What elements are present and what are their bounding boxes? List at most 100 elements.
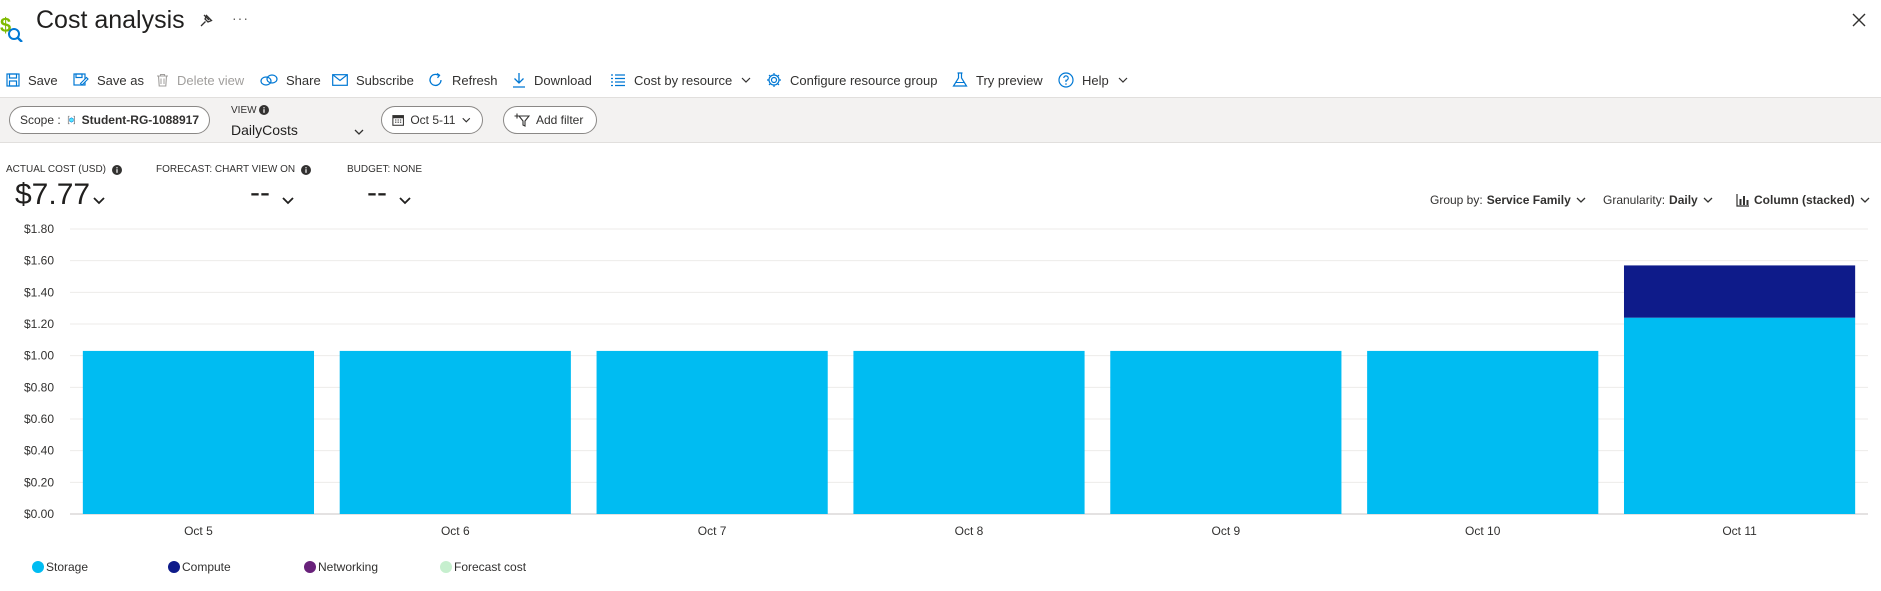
bar-storage: [1367, 350, 1599, 514]
x-tick-label: Oct 9: [1212, 524, 1241, 538]
view-label: VIEW: [231, 105, 257, 116]
column-chart-icon: [1736, 194, 1749, 207]
bar-storage: [82, 350, 315, 514]
legend-label-networking: Networking: [318, 560, 379, 574]
share-label: Share: [286, 72, 321, 88]
budget-value: --: [367, 176, 387, 209]
save-as-button[interactable]: Save as: [73, 66, 144, 94]
bar-storage: [596, 350, 828, 514]
chart-legend: Storage Compute Networking Forecast cost: [32, 560, 576, 574]
chevron-down-icon: [354, 129, 364, 135]
trash-icon: [157, 73, 168, 87]
share-icon: [260, 74, 278, 86]
add-filter-button[interactable]: Add filter: [503, 106, 597, 134]
bar-storage: [339, 350, 571, 514]
cost-by-resource-label: Cost by resource: [634, 72, 733, 88]
chevron-down-icon: [399, 197, 411, 205]
more-options-icon[interactable]: ···: [232, 10, 249, 26]
date-range-pill[interactable]: Oct 5-11: [381, 106, 483, 134]
bar-compute: [1623, 265, 1856, 318]
subscribe-button[interactable]: Subscribe: [332, 66, 414, 94]
y-tick-label: $0.00: [24, 507, 54, 521]
actual-cost-kpi[interactable]: ACTUAL COST (USD) $7.77: [6, 164, 123, 211]
chevron-down-icon: [1576, 197, 1586, 203]
save-button[interactable]: Save: [6, 66, 58, 94]
bar-storage: [1623, 317, 1856, 514]
calendar-icon: [392, 115, 404, 126]
actual-cost-label: ACTUAL COST (USD): [6, 164, 107, 175]
save-label: Save: [28, 72, 58, 88]
configure-resource-group-label: Configure resource group: [790, 72, 938, 88]
cost-by-resource-button[interactable]: Cost by resource: [610, 66, 752, 94]
page-title: Cost analysis: [36, 6, 185, 34]
try-preview-button[interactable]: Try preview: [952, 66, 1043, 94]
gear-icon: [767, 73, 781, 87]
granularity-value: Daily: [1669, 193, 1698, 207]
save-as-label: Save as: [97, 72, 144, 88]
group-by-value: Service Family: [1486, 193, 1571, 207]
chevron-down-icon: [1118, 77, 1128, 83]
cost-chart: $0.00 $0.20 $0.40 $0.60 $0.80 $1.00 $1.20 $1.40…: [24, 222, 1868, 538]
page-header: $ Cost analysis ···: [0, 0, 1881, 48]
y-tick-label: $0.60: [24, 412, 54, 426]
y-tick-label: $1.80: [24, 222, 54, 236]
configure-resource-group-button[interactable]: Configure resource group: [766, 66, 937, 94]
legend-swatch-networking: [304, 561, 316, 573]
view-selector[interactable]: VIEW DailyCosts: [231, 104, 365, 138]
save-as-icon: [73, 73, 89, 86]
chart-type-dropdown[interactable]: Column (stacked): [1736, 193, 1871, 207]
granularity-label: Granularity:: [1603, 193, 1666, 207]
legend-label-storage: Storage: [46, 560, 89, 574]
resource-group-icon: [67, 115, 75, 125]
legend-label-forecast: Forecast cost: [454, 560, 527, 574]
x-tick-label: Oct 11: [1722, 524, 1757, 538]
close-icon[interactable]: [1851, 12, 1867, 28]
help-button[interactable]: Help: [1058, 66, 1129, 94]
group-by-label: Group by:: [1430, 193, 1483, 207]
chevron-down-icon: [1860, 197, 1870, 203]
scope-pill[interactable]: Scope : Student-RG-1088917: [9, 106, 210, 134]
add-filter-label: Add filter: [536, 113, 584, 127]
info-icon[interactable]: [259, 105, 269, 115]
chevron-down-icon: [741, 77, 751, 83]
flask-icon: [952, 72, 968, 87]
share-button[interactable]: Share: [260, 66, 321, 94]
info-icon[interactable]: [112, 164, 123, 175]
legend-label-compute: Compute: [182, 560, 231, 574]
y-tick-label: $0.40: [24, 444, 54, 458]
x-tick-label: Oct 10: [1465, 524, 1501, 538]
group-by-dropdown[interactable]: Group by: Service Family: [1430, 193, 1587, 207]
refresh-icon: [429, 72, 442, 86]
budget-kpi[interactable]: BUDGET: NONE --: [347, 164, 422, 209]
cost-analysis-icon: $: [0, 12, 24, 43]
x-tick-label: Oct 8: [955, 524, 984, 538]
chevron-down-icon: [1703, 197, 1713, 203]
legend-item-forecast[interactable]: Forecast cost: [440, 560, 576, 574]
legend-item-compute[interactable]: Compute: [168, 560, 304, 574]
chevron-down-icon: [93, 197, 105, 205]
download-button[interactable]: Download: [512, 66, 592, 94]
x-tick-label: Oct 6: [441, 524, 470, 538]
refresh-label: Refresh: [452, 72, 498, 88]
forecast-kpi[interactable]: FORECAST: CHART VIEW ON --: [156, 164, 312, 209]
pin-icon[interactable]: [198, 13, 214, 29]
bar-storage: [1110, 350, 1342, 514]
scope-label: Scope :: [20, 113, 61, 127]
try-preview-label: Try preview: [976, 72, 1043, 88]
forecast-label: FORECAST: CHART VIEW ON: [156, 164, 296, 175]
help-label: Help: [1082, 72, 1109, 88]
add-filter-icon: [514, 113, 530, 127]
y-tick-label: $1.60: [24, 254, 54, 268]
y-tick-label: $1.00: [24, 349, 54, 363]
save-icon: [6, 73, 20, 87]
info-icon[interactable]: [301, 164, 312, 175]
delete-view-label: Delete view: [177, 72, 245, 88]
delete-view-button[interactable]: Delete view: [156, 66, 244, 94]
command-bar: Save Save as Delete view Share Subscribe…: [0, 66, 1881, 96]
granularity-dropdown[interactable]: Granularity: Daily: [1603, 193, 1714, 207]
legend-item-networking[interactable]: Networking: [304, 560, 440, 574]
y-tick-label: $0.20: [24, 475, 54, 489]
legend-item-storage[interactable]: Storage: [32, 560, 168, 574]
refresh-button[interactable]: Refresh: [428, 66, 498, 94]
x-tick-label: Oct 7: [698, 524, 727, 538]
